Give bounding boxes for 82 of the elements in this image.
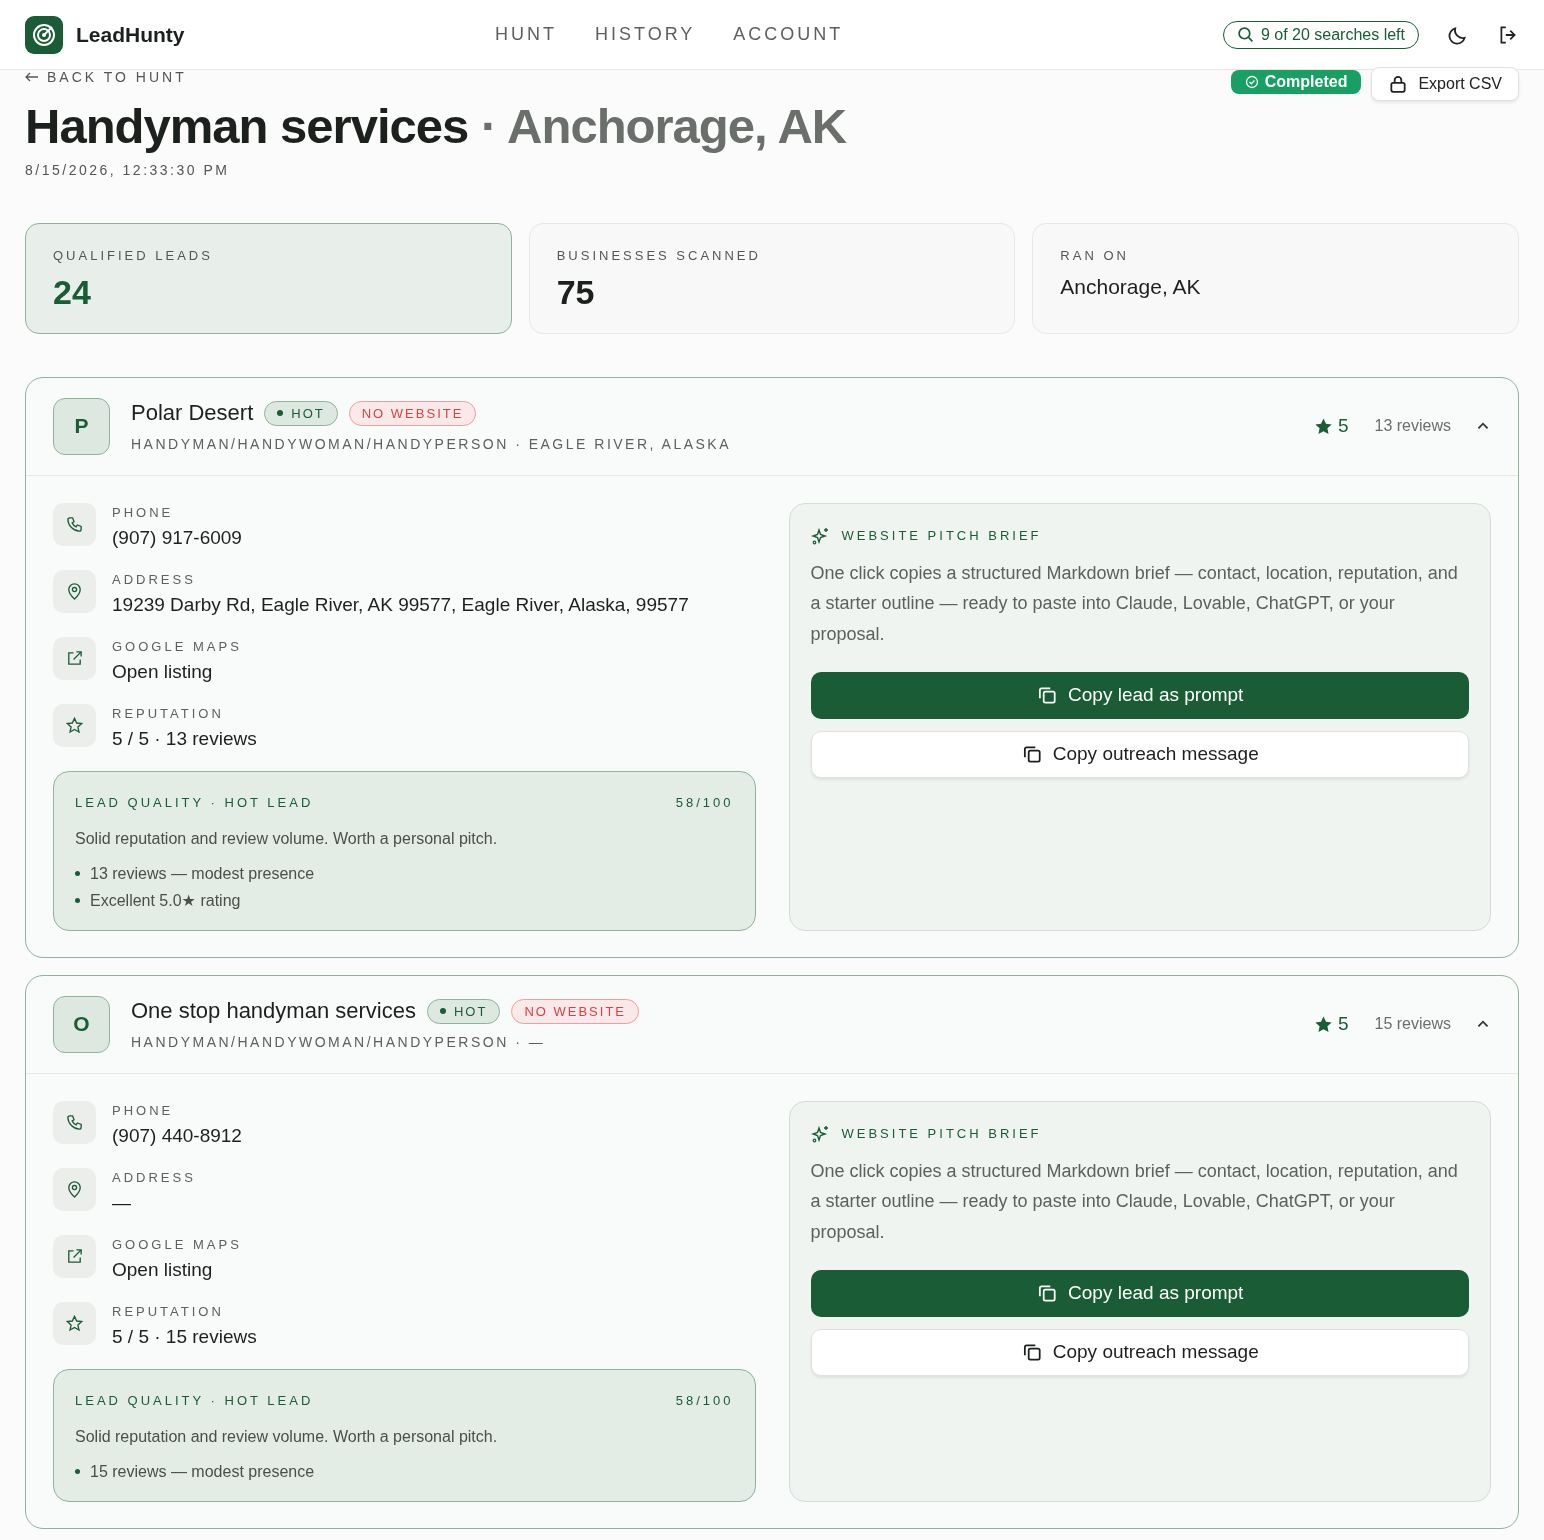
business-category: HANDYMAN/HANDYWOMAN/HANDYPERSON · — xyxy=(131,1034,547,1051)
nav-link[interactable]: HUNT xyxy=(495,24,557,45)
detail-value: (907) 917-6009 xyxy=(112,526,242,549)
nav-link[interactable]: HISTORY xyxy=(595,24,696,45)
lead-quality-title: LEAD QUALITY · HOT LEAD xyxy=(75,1392,314,1408)
quality-summary: Solid reputation and review volume. Worth a personal pitch. xyxy=(75,1427,499,1446)
stat-value: 24 xyxy=(53,272,92,312)
detail-label: PHONE xyxy=(112,1102,175,1118)
pitch-brief-title: WEBSITE PITCH BRIEF xyxy=(841,528,1042,544)
quality-point: Excellent 5.0★ rating xyxy=(90,890,241,910)
check-circle-icon xyxy=(1244,75,1259,89)
lead-quality-title: LEAD QUALITY · HOT LEAD xyxy=(75,794,314,810)
pitch-description: One click copies a structured Markdown brief — contact, location, reputation, and a starter outline — ready to paste into Claude, Lovable, ChatGPT, or your proposal. xyxy=(810,1159,1459,1245)
sparkle-icon xyxy=(810,525,831,546)
business-name: Polar Desert xyxy=(131,400,254,427)
bullet-dot-icon xyxy=(75,1469,80,1475)
search-icon xyxy=(1236,26,1254,43)
detail-label: ADDRESS xyxy=(112,1169,196,1185)
sparkle-icon xyxy=(810,1123,831,1144)
stat-label: RAN ON xyxy=(1060,247,1130,263)
lock-icon xyxy=(1388,74,1409,94)
stat-value: 75 xyxy=(556,272,596,312)
tag-badge: HOT xyxy=(426,998,501,1024)
pitch-description: One click copies a structured Markdown brief — contact, location, reputation, and a starter outline — ready to paste into Claude, Lovable, ChatGPT, or your proposal. xyxy=(810,561,1459,647)
timestamp: 8/15/2026, 12:33:30 PM xyxy=(25,161,231,178)
rating-value: 5 xyxy=(1337,1013,1349,1036)
location-pin-icon xyxy=(53,569,96,613)
tag-badge: HOT xyxy=(264,400,338,426)
copy-message-button[interactable]: Copy outreach message xyxy=(810,730,1469,778)
nav-link[interactable]: ACCOUNT xyxy=(733,24,844,45)
star-outline-icon xyxy=(53,1301,96,1345)
business-name: One stop handyman services xyxy=(131,998,416,1025)
star-icon xyxy=(1313,1014,1333,1034)
star-icon xyxy=(1313,416,1333,436)
copy-prompt-button[interactable]: Copy lead as prompt xyxy=(810,671,1469,719)
initial-avatar: O xyxy=(53,995,110,1053)
stat-label: QUALIFIED LEADS xyxy=(53,247,214,263)
detail-value: 19239 Darby Rd, Eagle River, AK 99577, Eagle River, Alaska, 99577 xyxy=(112,593,689,616)
detail-label: GOOGLE MAPS xyxy=(112,638,242,654)
phone-icon xyxy=(53,1100,96,1144)
quality-point: 15 reviews — modest presence xyxy=(90,1462,315,1481)
page-title: Handyman services · Anchorage, AK xyxy=(25,100,847,154)
detail-label: REPUTATION xyxy=(112,1303,225,1319)
star-outline-icon xyxy=(53,703,96,747)
business-category: HANDYMAN/HANDYWOMAN/HANDYPERSON · EAGLE RIVER, ALASKA xyxy=(131,436,733,453)
pitch-brief-title: WEBSITE PITCH BRIEF xyxy=(841,1126,1042,1142)
location-pin-icon xyxy=(53,1167,96,1211)
detail-value: 5 / 5 · 13 reviews xyxy=(112,727,257,750)
detail-value: — xyxy=(112,1191,132,1214)
export-csv-button[interactable]: Export CSV xyxy=(1371,67,1519,101)
left-arrow-icon xyxy=(25,72,39,82)
open-listing-link[interactable]: Open listing xyxy=(112,660,242,683)
external-link-icon xyxy=(53,1234,96,1278)
stat-label: BUSINESSES SCANNED xyxy=(556,247,762,263)
review-count: 13 reviews xyxy=(1374,417,1451,436)
tag-badge: NO WEBSITE xyxy=(511,998,639,1024)
tag-badge: NO WEBSITE xyxy=(348,400,477,426)
external-link-icon xyxy=(53,636,96,680)
copy-prompt-button[interactable]: Copy lead as prompt xyxy=(810,1269,1469,1317)
lead-score: 58/100 xyxy=(675,1392,734,1408)
review-count: 15 reviews xyxy=(1374,1015,1451,1034)
bullet-dot-icon xyxy=(75,897,80,903)
phone-icon xyxy=(53,502,96,546)
detail-label: REPUTATION xyxy=(112,705,225,721)
detail-label: GOOGLE MAPS xyxy=(112,1236,242,1252)
status-badge: Completed xyxy=(1230,70,1362,94)
target-logo-icon xyxy=(25,15,63,54)
bullet-dot-icon xyxy=(75,871,80,877)
copy-message-button[interactable]: Copy outreach message xyxy=(810,1328,1469,1376)
rating-value: 5 xyxy=(1337,415,1349,438)
initial-avatar: P xyxy=(53,397,110,455)
detail-label: ADDRESS xyxy=(112,571,197,587)
detail-value: 5 / 5 · 15 reviews xyxy=(112,1325,257,1348)
quality-point: 13 reviews — modest presence xyxy=(90,864,315,883)
detail-label: PHONE xyxy=(112,504,175,520)
open-listing-link[interactable]: Open listing xyxy=(112,1258,242,1281)
stat-value: Anchorage, AK xyxy=(1060,274,1202,299)
brand-name: LeadHunty xyxy=(76,22,185,47)
back-link[interactable]: BACK TO HUNT xyxy=(25,70,847,84)
detail-value: (907) 440-8912 xyxy=(112,1124,242,1147)
quality-summary: Solid reputation and review volume. Worth a personal pitch. xyxy=(75,829,499,848)
lead-score: 58/100 xyxy=(675,794,734,810)
